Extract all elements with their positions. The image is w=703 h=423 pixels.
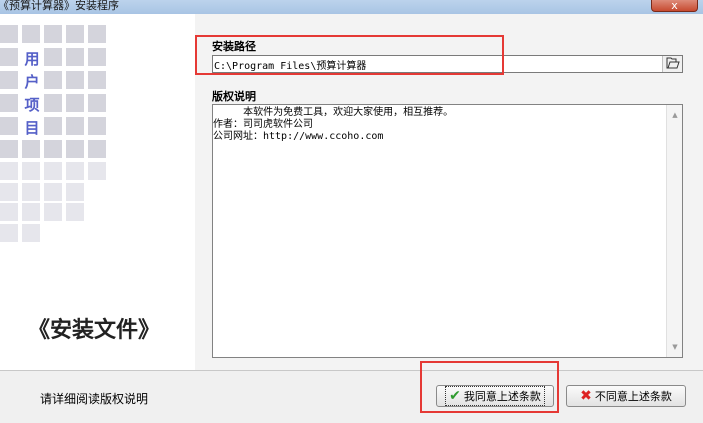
- decor-square: [44, 71, 62, 89]
- vertical-char: 用: [24, 50, 40, 68]
- decor-square: [22, 203, 40, 221]
- decor-square: [0, 140, 18, 158]
- decor-square: [88, 25, 106, 43]
- decor-square: [88, 48, 106, 66]
- decor-square: [22, 183, 40, 201]
- decor-square: [0, 183, 18, 201]
- decor-square: [66, 94, 84, 112]
- decor-square: [22, 224, 40, 242]
- decor-square: [88, 71, 106, 89]
- decor-square: [0, 224, 18, 242]
- decor-square: [88, 162, 106, 180]
- decor-square: [22, 162, 40, 180]
- decor-square: [0, 117, 18, 135]
- decor-square: [44, 94, 62, 112]
- cross-icon: ✖: [580, 388, 592, 404]
- decor-square: [22, 140, 40, 158]
- decor-square: [88, 140, 106, 158]
- decor-square: [44, 117, 62, 135]
- highlight-install-path: [195, 35, 504, 75]
- decor-square: [66, 48, 84, 66]
- decor-square: [0, 48, 18, 66]
- decor-square: [44, 48, 62, 66]
- decor-square: [66, 162, 84, 180]
- decor-square: [22, 25, 40, 43]
- decor-square: [66, 203, 84, 221]
- scroll-down-arrow-icon[interactable]: ▼: [667, 339, 683, 355]
- decor-square: [44, 203, 62, 221]
- license-textarea[interactable]: 本软件为免费工具，欢迎大家使用，相互推荐。 作者：司司虎软件公司 公司网址：ht…: [212, 104, 683, 358]
- close-button[interactable]: x: [651, 0, 698, 12]
- decor-square: [44, 140, 62, 158]
- vertical-char: 目: [24, 119, 40, 137]
- decor-square: [44, 183, 62, 201]
- decor-square: [66, 25, 84, 43]
- decor-square: [44, 25, 62, 43]
- decor-square: [0, 162, 18, 180]
- decor-square: [66, 183, 84, 201]
- decor-square: [0, 71, 18, 89]
- decor-square: [44, 162, 62, 180]
- decor-square: [0, 203, 18, 221]
- decor-square: [66, 140, 84, 158]
- scroll-up-arrow-icon[interactable]: ▲: [667, 107, 683, 123]
- disagree-button[interactable]: ✖ 不同意上述条款: [566, 385, 686, 407]
- status-text: 请详细阅读版权说明: [40, 392, 149, 406]
- decor-square: [0, 25, 18, 43]
- vertical-char: 项: [24, 96, 40, 114]
- decor-square: [66, 71, 84, 89]
- install-files-title: 《安装文件》: [28, 317, 161, 343]
- folder-open-icon: [666, 57, 680, 72]
- license-scrollbar[interactable]: ▲ ▼: [666, 105, 682, 357]
- decor-square: [0, 94, 18, 112]
- browse-folder-button[interactable]: [662, 56, 682, 72]
- decor-square: [66, 117, 84, 135]
- vertical-char: 户: [24, 73, 40, 91]
- window-title: 《预算计算器》安装程序: [0, 0, 119, 12]
- highlight-agree-button: [420, 361, 559, 413]
- decor-square: [88, 117, 106, 135]
- license-label: 版权说明: [212, 90, 256, 103]
- disagree-label: 不同意上述条款: [594, 390, 672, 403]
- decor-square: [88, 94, 106, 112]
- license-text: 本软件为免费工具，欢迎大家使用，相互推荐。 作者：司司虎软件公司 公司网址：ht…: [213, 107, 454, 142]
- title-bar: 《预算计算器》安装程序: [0, 0, 703, 14]
